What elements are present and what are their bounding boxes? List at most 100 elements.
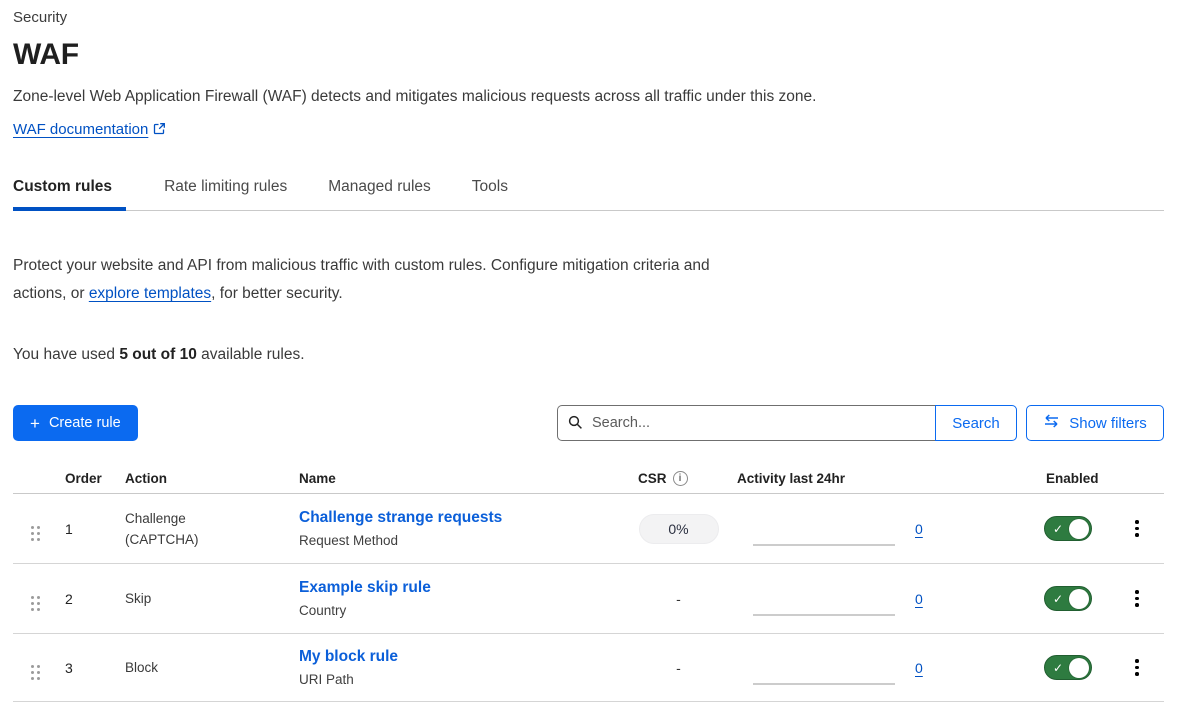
- usage-after: available rules.: [197, 346, 305, 363]
- search-icon: [568, 415, 583, 435]
- activity-cell: 0: [737, 512, 1040, 546]
- header-csr: CSR i: [638, 471, 737, 486]
- search-box: [557, 405, 935, 441]
- usage-summary: You have used 5 out of 10 available rule…: [13, 345, 1164, 365]
- waf-page: Security WAF Zone-level Web Application …: [0, 0, 1177, 702]
- tab-bar: Custom rules Rate limiting rules Managed…: [13, 178, 1164, 211]
- header-name: Name: [299, 471, 638, 486]
- activity-sparkline: [753, 582, 895, 616]
- external-link-icon: [153, 122, 166, 140]
- toggle-check-icon: ✓: [1053, 591, 1063, 607]
- toggle-knob: [1069, 519, 1089, 539]
- rule-name-link[interactable]: Example skip rule: [299, 577, 638, 598]
- rule-match-field: Country: [299, 601, 638, 620]
- rules-table: Order Action Name CSR i Activity last 24…: [13, 463, 1164, 702]
- table-header: Order Action Name CSR i Activity last 24…: [13, 463, 1164, 494]
- activity-count-link[interactable]: 0: [915, 521, 923, 537]
- activity-cell: 0: [737, 651, 1040, 685]
- drag-cell: [13, 655, 65, 680]
- rule-action: Block: [125, 657, 235, 678]
- rule-match-field: URI Path: [299, 670, 638, 689]
- enabled-cell: ✓: [1040, 655, 1110, 680]
- menu-cell: [1110, 586, 1164, 611]
- page-description: Zone-level Web Application Firewall (WAF…: [13, 87, 1164, 107]
- usage-before: You have used: [13, 346, 119, 363]
- drag-cell: [13, 586, 65, 611]
- csr-dash: -: [676, 660, 681, 676]
- activity-cell: 0: [737, 582, 1040, 616]
- rule-name-cell: Example skip rule Country: [299, 577, 638, 620]
- csr-cell: -: [638, 591, 737, 607]
- search-area: Search Show filters: [557, 405, 1164, 441]
- search-button[interactable]: Search: [935, 405, 1017, 441]
- rule-action: Skip: [125, 588, 235, 609]
- header-order: Order: [65, 471, 125, 486]
- plus-icon: +: [30, 415, 40, 432]
- swap-arrows-icon: [1043, 414, 1060, 432]
- csr-cell: -: [638, 660, 737, 676]
- rule-order: 1: [65, 521, 125, 537]
- enabled-cell: ✓: [1040, 586, 1110, 611]
- enabled-toggle[interactable]: ✓: [1044, 586, 1092, 611]
- row-menu-kebab-icon[interactable]: [1129, 516, 1145, 541]
- table-row: 3 Block My block rule URI Path - 0 ✓: [13, 634, 1164, 702]
- table-body: 1 Challenge (CAPTCHA) Challenge strange …: [13, 494, 1164, 702]
- info-icon[interactable]: i: [673, 471, 688, 486]
- drag-handle-icon[interactable]: [31, 526, 40, 541]
- show-filters-button[interactable]: Show filters: [1026, 405, 1164, 441]
- toggle-check-icon: ✓: [1053, 521, 1063, 537]
- csr-badge: 0%: [639, 514, 719, 544]
- tab-tools[interactable]: Tools: [472, 178, 511, 210]
- tab-rate-limiting-rules[interactable]: Rate limiting rules: [164, 178, 290, 210]
- breadcrumb-security: Security: [13, 8, 1164, 28]
- create-rule-button[interactable]: + Create rule: [13, 405, 138, 441]
- toggle-knob: [1069, 658, 1089, 678]
- rule-name-cell: My block rule URI Path: [299, 646, 638, 689]
- tab-managed-rules[interactable]: Managed rules: [328, 178, 434, 210]
- show-filters-label: Show filters: [1069, 415, 1147, 432]
- page-title: WAF: [13, 37, 1164, 72]
- toggle-knob: [1069, 589, 1089, 609]
- drag-handle-icon[interactable]: [31, 596, 40, 611]
- csr-cell: 0%: [638, 514, 737, 544]
- rule-name-link[interactable]: My block rule: [299, 646, 638, 667]
- activity-sparkline: [753, 512, 895, 546]
- search-wrap: Search: [557, 405, 1017, 441]
- row-menu-kebab-icon[interactable]: [1129, 655, 1145, 680]
- activity-count-link[interactable]: 0: [915, 660, 923, 676]
- header-csr-label: CSR: [638, 471, 667, 486]
- explore-templates-link[interactable]: explore templates: [89, 285, 211, 302]
- enabled-toggle[interactable]: ✓: [1044, 655, 1092, 680]
- rule-order: 2: [65, 591, 125, 607]
- usage-count: 5 out of 10: [119, 346, 197, 363]
- rule-name-cell: Challenge strange requests Request Metho…: [299, 507, 638, 550]
- create-rule-label: Create rule: [49, 415, 121, 431]
- enabled-toggle[interactable]: ✓: [1044, 516, 1092, 541]
- search-input[interactable]: [557, 405, 935, 441]
- header-enabled: Enabled: [1040, 471, 1110, 486]
- rules-toolbar: + Create rule Search Show filters: [13, 405, 1164, 441]
- header-activity: Activity last 24hr: [737, 471, 1040, 486]
- waf-documentation-link[interactable]: WAF documentation: [13, 121, 148, 138]
- menu-cell: [1110, 516, 1164, 541]
- rule-action: Challenge (CAPTCHA): [125, 508, 235, 550]
- rule-order: 3: [65, 660, 125, 676]
- doc-link-row: WAF documentation: [13, 121, 1164, 140]
- drag-cell: [13, 516, 65, 541]
- table-row: 2 Skip Example skip rule Country - 0 ✓: [13, 564, 1164, 634]
- rule-name-link[interactable]: Challenge strange requests: [299, 507, 638, 528]
- rule-match-field: Request Method: [299, 531, 638, 550]
- intro-paragraph: Protect your website and API from malici…: [13, 252, 763, 308]
- drag-handle-icon[interactable]: [31, 665, 40, 680]
- tab-custom-rules[interactable]: Custom rules: [13, 178, 126, 210]
- enabled-cell: ✓: [1040, 516, 1110, 541]
- intro-text-after: , for better security.: [211, 285, 343, 302]
- activity-sparkline: [753, 651, 895, 685]
- header-action: Action: [125, 471, 299, 486]
- row-menu-kebab-icon[interactable]: [1129, 586, 1145, 611]
- activity-count-link[interactable]: 0: [915, 591, 923, 607]
- table-row: 1 Challenge (CAPTCHA) Challenge strange …: [13, 494, 1164, 564]
- menu-cell: [1110, 655, 1164, 680]
- toggle-check-icon: ✓: [1053, 660, 1063, 676]
- csr-dash: -: [676, 591, 681, 607]
